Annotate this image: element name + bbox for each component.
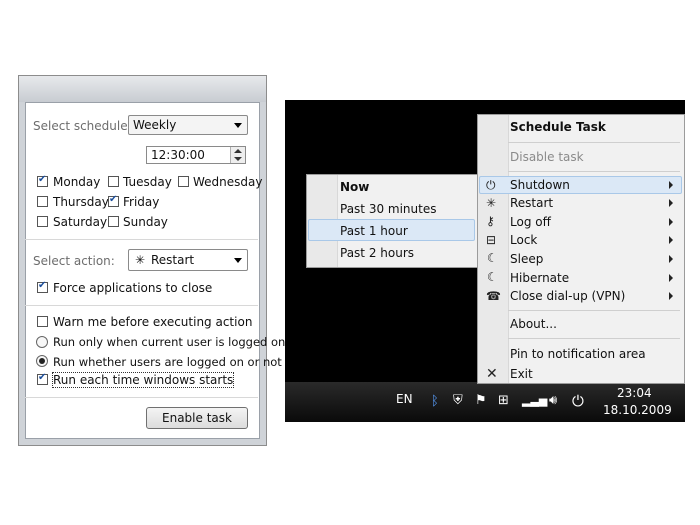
time-value: 12:30:00 [151,148,205,162]
checkbox-tuesday[interactable] [108,176,119,187]
submenu-arrow-icon [669,181,673,189]
menu-item-pin[interactable]: Pin to notification area [510,347,646,361]
security-icon[interactable]: ⛨ [453,393,463,408]
day-label-sunday: Sunday [123,215,168,229]
divider [25,305,258,306]
run-logged-on-label: Run only when current user is logged on [53,335,286,349]
checkbox-force-close[interactable] [37,280,48,293]
menu-item-schedule-task[interactable]: Schedule Task [510,120,606,134]
checkbox-warn[interactable] [37,316,48,327]
menu-separator [508,171,680,172]
action-dropdown[interactable]: ✳ Restart [128,249,248,271]
submenu-item-now[interactable]: Now [340,180,369,194]
day-label-friday: Friday [123,195,160,209]
chevron-down-icon [234,258,242,263]
checkbox-friday[interactable] [108,194,119,207]
menu-item-close-dialup[interactable]: Close dial-up (VPN) [510,289,625,303]
submenu-arrow-icon [669,292,673,300]
submenu-item-past-2-hours[interactable]: Past 2 hours [340,246,414,260]
day-label-wednesday: Wednesday [193,175,263,189]
radio-run-whether[interactable] [36,355,48,367]
bluetooth-icon[interactable]: ᛒ [431,394,439,409]
dialog-titlebar[interactable] [19,76,266,102]
menu-separator [508,142,680,143]
close-icon: ✕ [486,366,498,382]
menu-item-disable-task: Disable task [510,150,584,164]
network-icon[interactable]: ⊞ [498,393,509,408]
divider [25,239,258,240]
menu-separator [508,338,680,339]
submenu-arrow-icon [669,218,673,226]
menu-item-restart[interactable]: Restart [510,196,553,210]
day-label-saturday: Saturday [53,215,108,229]
submenu-arrow-icon [669,255,673,263]
checkbox-saturday[interactable] [37,216,48,227]
taskbar: EN ᛒ ⛨ ⚑ ⊞ ▂▃▅ 🔊︎ ⏻ 23:04 18.10.2009 [285,382,685,422]
moon-icon: ☾ [487,251,498,265]
submenu-arrow-icon [669,274,673,282]
action-label: Select action: [33,254,115,268]
force-close-label: Force applications to close [53,281,213,295]
chevron-down-icon [234,123,242,128]
menu-icon-gutter [478,115,509,383]
submenu-arrow-icon [669,199,673,207]
checkbox-run-each-start[interactable] [37,372,48,385]
schedule-dropdown-value: Weekly [133,118,177,132]
key-icon: ⚷ [486,214,495,228]
spin-down-icon[interactable] [234,157,242,161]
flag-icon[interactable]: ⚑ [475,393,487,408]
run-each-start-label: Run each time windows starts [51,372,235,388]
run-whether-label: Run whether users are logged on or not [53,355,282,369]
checkbox-wednesday[interactable] [178,176,189,187]
submenu-item-past-30-minutes[interactable]: Past 30 minutes [340,202,436,216]
schedule-label: Select schedule: [33,119,132,133]
spin-up-icon[interactable] [234,149,242,153]
submenu-item-past-1-hour[interactable]: Past 1 hour [340,224,408,238]
moon-icon: ☾ [487,270,498,284]
menu-separator [508,310,680,311]
speaker-icon[interactable]: 🔊︎ [549,393,557,408]
language-indicator[interactable]: EN [396,392,413,406]
lock-icon: ⊟ [486,233,497,247]
action-dropdown-value: Restart [151,253,195,267]
checkbox-monday[interactable] [37,174,48,187]
restart-icon: ✳ [135,253,146,267]
day-label-monday: Monday [53,175,101,189]
menu-item-hibernate[interactable]: Hibernate [510,271,569,285]
menu-item-shutdown[interactable]: Shutdown [510,178,570,192]
phone-icon: ☎ [486,289,501,303]
checkbox-sunday[interactable] [108,216,119,227]
power-icon[interactable]: ⏻ [572,392,584,410]
menu-item-log-off[interactable]: Log off [510,215,551,229]
divider [25,397,258,398]
warn-label: Warn me before executing action [53,315,253,329]
restart-icon: ✳ [486,196,497,210]
time-stepper[interactable]: 12:30:00 [146,146,246,164]
menu-item-lock[interactable]: Lock [510,233,537,247]
power-icon: ⏻ [486,178,496,192]
radio-run-logged-on[interactable] [36,336,48,348]
clock-date[interactable]: 18.10.2009 [603,403,672,417]
enable-task-button[interactable]: Enable task [146,407,248,429]
signal-icon[interactable]: ▂▃▅ [522,394,547,407]
day-label-thursday: Thursday [53,195,109,209]
menu-item-sleep[interactable]: Sleep [510,252,543,266]
menu-item-about[interactable]: About... [510,317,557,331]
schedule-dropdown[interactable]: Weekly [128,115,248,135]
stepper-buttons[interactable] [230,147,245,163]
menu-item-exit[interactable]: Exit [510,367,533,381]
checkbox-thursday[interactable] [37,196,48,207]
submenu-arrow-icon [669,236,673,244]
day-label-tuesday: Tuesday [123,175,172,189]
clock-time[interactable]: 23:04 [617,386,652,400]
